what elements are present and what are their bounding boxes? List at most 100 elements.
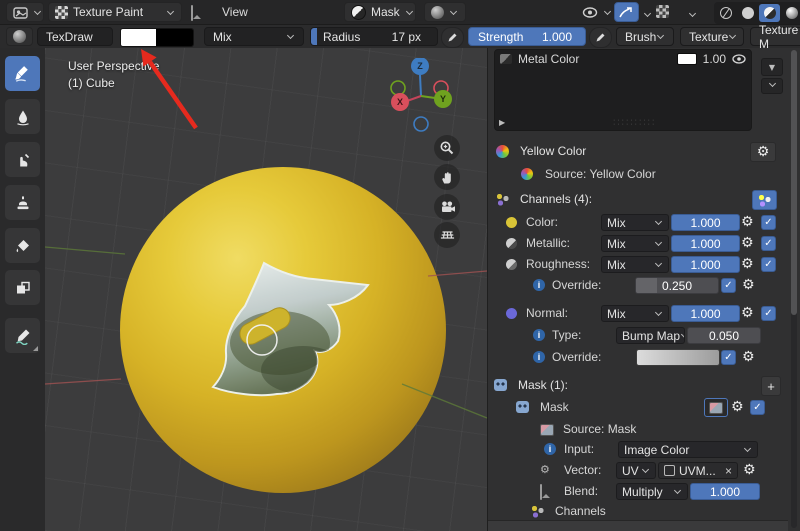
layer-visibility-icon[interactable] bbox=[732, 54, 746, 64]
metallic-opacity-slider[interactable]: 1.000 bbox=[671, 235, 740, 252]
texture-popover[interactable]: Texture bbox=[680, 27, 744, 46]
metallic-enable-checkbox[interactable]: ✓ bbox=[761, 236, 776, 251]
layer-settings-header[interactable]: Yellow Color ⚙ bbox=[488, 142, 788, 162]
gear-icon[interactable]: ⚙ bbox=[741, 304, 754, 323]
channel-label: Roughness: bbox=[526, 257, 591, 271]
list-expand-icon[interactable]: ▶ bbox=[499, 118, 505, 127]
mode-selector[interactable]: Texture Paint bbox=[48, 2, 182, 22]
mask-input-dropdown[interactable]: Image Color bbox=[618, 441, 758, 458]
normal-type-row: i Type: Bump Map 0.050 bbox=[488, 326, 788, 345]
channel-row-roughness: Roughness: Mix 1.000 ⚙ ✓ bbox=[488, 255, 788, 274]
layer-color-swatch[interactable] bbox=[676, 53, 697, 65]
pan-button[interactable] bbox=[434, 164, 460, 190]
normal-enable-checkbox[interactable]: ✓ bbox=[761, 306, 776, 321]
brush-name-field[interactable]: TexDraw bbox=[37, 27, 113, 46]
shading-wireframe-button[interactable] bbox=[715, 4, 736, 22]
color-enable-checkbox[interactable]: ✓ bbox=[761, 215, 776, 230]
tool-draw-brush[interactable] bbox=[5, 56, 40, 91]
editor-type-button[interactable] bbox=[6, 2, 44, 22]
color-blend-dropdown[interactable]: Mix bbox=[601, 214, 669, 231]
mask-image-button[interactable] bbox=[704, 398, 728, 417]
shading-material-button[interactable] bbox=[759, 4, 780, 22]
gear-icon[interactable]: ⚙ bbox=[742, 348, 755, 367]
mask-channels-row[interactable]: Channels bbox=[488, 502, 788, 521]
gear-icon[interactable]: ⚙ bbox=[731, 398, 744, 417]
metallic-blend-dropdown[interactable]: Mix bbox=[601, 235, 669, 252]
bump-strength-slider[interactable]: 0.050 bbox=[687, 327, 761, 344]
paint-mask-dropdown[interactable]: Mask bbox=[344, 2, 416, 22]
roughness-opacity-slider[interactable]: 1.000 bbox=[671, 256, 740, 273]
normal-override-swatch[interactable] bbox=[636, 349, 720, 366]
uv-map-field[interactable]: UVM... × bbox=[658, 462, 738, 479]
layer-list[interactable]: Metal Color 1.00 ▶ ·········· ·········· bbox=[494, 49, 752, 131]
shading-solid-button[interactable] bbox=[737, 4, 758, 22]
view-menu[interactable]: View bbox=[216, 0, 254, 24]
image-icon[interactable] bbox=[191, 5, 193, 21]
mask-row[interactable]: Mask ⚙ ✓ bbox=[488, 398, 788, 417]
gear-icon[interactable]: ⚙ bbox=[741, 234, 754, 253]
shading-rendered-button[interactable] bbox=[781, 4, 800, 22]
brush-falloff-dropdown[interactable] bbox=[424, 2, 466, 22]
secondary-color-swatch[interactable] bbox=[156, 29, 193, 46]
normal-override-checkbox[interactable]: ✓ bbox=[721, 350, 736, 365]
gizmo-dropdown[interactable] bbox=[580, 2, 616, 22]
strength-slider[interactable]: Strength 1.000 bbox=[468, 27, 586, 46]
gear-icon[interactable]: ⚙ bbox=[741, 213, 754, 232]
tool-fill[interactable] bbox=[5, 228, 40, 263]
layer-menu-button[interactable] bbox=[761, 78, 783, 94]
channels-toggle-button[interactable] bbox=[752, 190, 777, 210]
roughness-override-slider[interactable]: 0.250 bbox=[635, 277, 719, 294]
chevron-down-icon[interactable] bbox=[688, 10, 697, 19]
chevron-down-icon[interactable] bbox=[643, 10, 652, 19]
camera-view-button[interactable] bbox=[434, 194, 460, 220]
brush-popover[interactable]: Brush bbox=[616, 27, 674, 46]
viewport-3d[interactable]: User Perspective (1) Cube Z X Y bbox=[45, 48, 487, 531]
channels-header[interactable]: Channels (4): bbox=[488, 190, 788, 210]
blend-mode-dropdown[interactable]: Mix bbox=[204, 27, 304, 46]
add-mask-button[interactable]: + bbox=[761, 376, 781, 396]
primary-color-swatch[interactable] bbox=[121, 29, 156, 46]
radius-pressure-button[interactable] bbox=[441, 27, 464, 48]
layer-settings-button[interactable]: ⚙ bbox=[750, 142, 776, 162]
tool-soften[interactable] bbox=[5, 99, 40, 134]
type-label: Type: bbox=[552, 328, 582, 342]
tool-annotate[interactable] bbox=[5, 318, 40, 353]
mask-enable-checkbox[interactable]: ✓ bbox=[750, 400, 765, 415]
gear-icon[interactable]: ⚙ bbox=[743, 461, 756, 480]
gear-icon[interactable]: ⚙ bbox=[742, 276, 755, 295]
tool-smear[interactable] bbox=[5, 142, 40, 177]
gear-icon[interactable]: ⚙ bbox=[741, 255, 754, 274]
mask-blend-dropdown[interactable]: Multiply bbox=[616, 483, 688, 500]
normal-opacity-slider[interactable]: 1.000 bbox=[671, 305, 740, 322]
brush-preview-button[interactable] bbox=[6, 27, 33, 46]
scrollbar-thumb[interactable] bbox=[791, 50, 797, 315]
layer-row[interactable]: Metal Color 1.00 bbox=[495, 50, 751, 68]
snapping-toggle[interactable] bbox=[614, 2, 639, 22]
vector-mode-dropdown[interactable]: UV bbox=[616, 462, 656, 479]
radius-fill bbox=[311, 28, 317, 45]
mask-section-header[interactable]: Mask (1): + bbox=[488, 376, 788, 396]
layer-source-label: Source: Yellow Color bbox=[545, 167, 656, 181]
normal-blend-dropdown[interactable]: Mix bbox=[601, 305, 669, 322]
roughness-enable-checkbox[interactable]: ✓ bbox=[761, 257, 776, 272]
texture-mask-popover[interactable]: Texture M bbox=[750, 25, 800, 48]
color-opacity-slider[interactable]: 1.000 bbox=[671, 214, 740, 231]
info-icon: i bbox=[533, 279, 545, 291]
navigation-gizmo[interactable]: Z X Y bbox=[388, 58, 452, 134]
clear-uv-icon[interactable]: × bbox=[725, 464, 732, 478]
list-resize-grip[interactable]: ·········· ·········· bbox=[613, 117, 656, 128]
toggle-ortho-button[interactable] bbox=[434, 222, 460, 248]
zoom-button[interactable] bbox=[434, 135, 460, 161]
mask-blend-slider[interactable]: 1.000 bbox=[690, 483, 760, 500]
panel-scrollbar[interactable] bbox=[791, 50, 797, 528]
texture-mask-toggle-icon[interactable] bbox=[656, 5, 669, 18]
roughness-blend-dropdown[interactable]: Mix bbox=[601, 256, 669, 273]
layer-sort-button[interactable]: ▼ bbox=[761, 58, 783, 76]
mask-source-row: Source: Mask bbox=[488, 420, 788, 439]
radius-slider[interactable]: Radius 17 px bbox=[310, 27, 438, 46]
normal-type-dropdown[interactable]: Bump Map bbox=[616, 327, 685, 344]
strength-pressure-button[interactable] bbox=[589, 27, 612, 48]
tool-clone[interactable] bbox=[5, 185, 40, 220]
roughness-override-checkbox[interactable]: ✓ bbox=[721, 278, 736, 293]
tool-mask[interactable] bbox=[5, 270, 40, 305]
